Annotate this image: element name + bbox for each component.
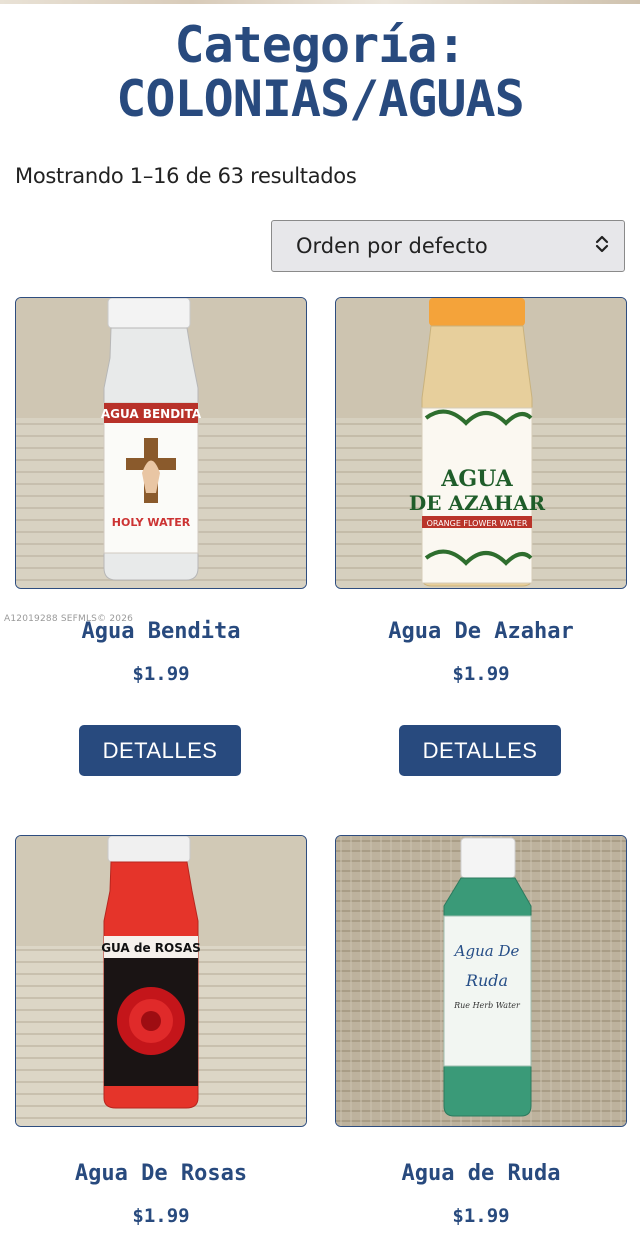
product-card: Agua De Ruda Rue Herb Water Agua de Ruda…	[335, 835, 627, 1235]
bottle-label-text: AGUA BENDITA	[101, 407, 202, 421]
product-name[interactable]: Agua De Rosas	[15, 1161, 307, 1186]
product-name[interactable]: Agua de Ruda	[335, 1161, 627, 1186]
bottle-label-text: AGUA	[440, 466, 513, 492]
sort-select-value: Orden por defecto	[296, 234, 488, 258]
page-title-line-1: Categoría:	[174, 16, 466, 74]
details-button[interactable]: DETALLES	[79, 725, 241, 776]
svg-text:Ruda: Ruda	[465, 971, 508, 990]
product-card: GUA de ROSAS Agua De Rosas $1.99	[15, 835, 307, 1235]
product-image[interactable]: Agua De Ruda Rue Herb Water	[335, 835, 627, 1127]
svg-text:Rue Herb Water: Rue Herb Water	[453, 1001, 521, 1010]
svg-text:DE AZAHAR: DE AZAHAR	[409, 491, 546, 515]
svg-text:HOLY WATER: HOLY WATER	[112, 516, 191, 529]
product-card: AGUA BENDITA HOLY WATER Agua Bendita $1.…	[15, 297, 307, 787]
sort-select[interactable]: Orden por defecto	[271, 220, 625, 272]
product-price: $1.99	[132, 1205, 190, 1227]
page-title-line-2: COLONIAS/AGUAS	[116, 70, 524, 128]
chevron-up-down-icon	[594, 232, 610, 261]
top-decorative-strip	[0, 0, 640, 4]
product-price: $1.99	[452, 1205, 510, 1227]
page-title: Categoría: COLONIAS/AGUAS	[0, 18, 640, 126]
svg-text:ORANGE FLOWER WATER: ORANGE FLOWER WATER	[427, 519, 528, 528]
watermark: A12019288 SEFMLS© 2026	[4, 614, 134, 624]
bottle-label-text: Agua De	[453, 942, 520, 960]
product-image[interactable]: AGUA DE AZAHAR ORANGE FLOWER WATER	[335, 297, 627, 589]
result-count: Mostrando 1–16 de 63 resultados	[15, 164, 357, 188]
product-price: $1.99	[132, 663, 190, 685]
product-image[interactable]: GUA de ROSAS	[15, 835, 307, 1127]
details-button[interactable]: DETALLES	[399, 725, 561, 776]
product-card: AGUA DE AZAHAR ORANGE FLOWER WATER Agua …	[335, 297, 627, 787]
product-name[interactable]: Agua De Azahar	[335, 619, 627, 644]
product-price: $1.99	[452, 663, 510, 685]
product-image[interactable]: AGUA BENDITA HOLY WATER	[15, 297, 307, 589]
bottle-label-text: GUA de ROSAS	[101, 941, 201, 955]
